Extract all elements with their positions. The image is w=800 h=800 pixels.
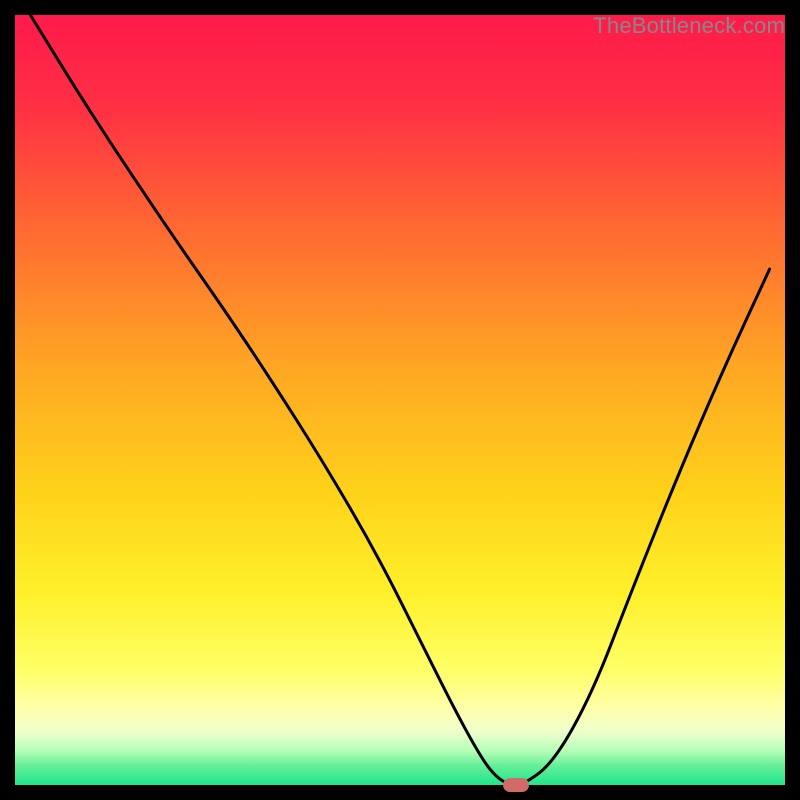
optimal-point-marker <box>503 778 529 792</box>
watermark-label: TheBottleneck.com <box>593 13 785 39</box>
gradient-background <box>15 15 785 785</box>
bottleneck-chart <box>15 15 785 785</box>
chart-frame <box>15 15 785 785</box>
